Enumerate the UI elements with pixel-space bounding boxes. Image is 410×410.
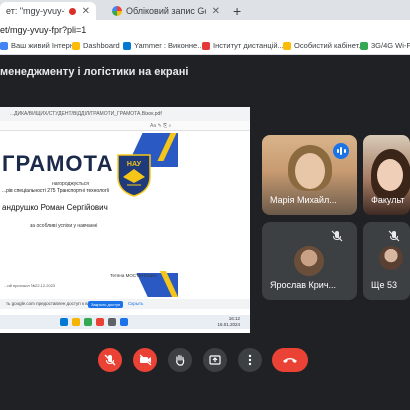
- avatar: [294, 246, 324, 276]
- hang-up-icon: [283, 358, 297, 363]
- certificate-reason: за особливі успіхи у навчанні: [30, 223, 98, 229]
- taskbar-app-icon[interactable]: [108, 318, 116, 326]
- stop-sharing-button[interactable]: Закрыть доступ: [88, 301, 124, 308]
- shared-screen[interactable]: ...ДИКА/ВИЩИХ/СТУДЕНТ/ВІДДІЛ/ГРАМОТИ_ГРА…: [0, 107, 250, 333]
- speaking-indicator-icon: [333, 143, 349, 159]
- bookmark-icon: [72, 41, 80, 50]
- mic-off-icon: [388, 230, 400, 242]
- taskbar-app-icon[interactable]: [72, 318, 80, 326]
- address-bar-url: et/mgy-yvuy-fpr?pli=1: [0, 25, 87, 35]
- recording-indicator-icon: [68, 7, 76, 15]
- clock-date: 16.01.2024: [217, 322, 240, 327]
- screen-share-notice: ть google.com предоставлен доступ к ваше…: [0, 299, 250, 309]
- certificate-specialty: ...рів спеціальності 275 Транспортні тех…: [2, 188, 110, 194]
- bookmark-icon: [123, 41, 131, 50]
- bookmark-label: Інститут дистанцій...: [213, 41, 284, 50]
- bookmark-label: Особистий кабінет...: [294, 41, 365, 50]
- more-participants-tile[interactable]: Ще 53: [363, 222, 410, 300]
- bookmark-label: 3G/4G Wi-F: [371, 41, 410, 50]
- mic-off-icon: [104, 354, 116, 366]
- bookmark-item[interactable]: 3G/4G Wi-F: [360, 41, 410, 50]
- browser-tab-strip: ет: "mgy-yvuy-fpr" ✕ Обліковий запис Goo…: [0, 0, 410, 20]
- browser-toolbar: et/mgy-yvuy-fpr?pli=1: [0, 20, 410, 40]
- camera-toggle-button[interactable]: [133, 348, 157, 372]
- os-taskbar: 16:12 16.01.2024: [0, 315, 250, 329]
- taskbar-clock: 16:12 16.01.2024: [217, 316, 240, 328]
- participant-tile[interactable]: Марія Михайл...: [262, 135, 357, 215]
- bookmark-icon: [360, 41, 368, 50]
- certificate-subtitle: нагороджується: [52, 181, 89, 187]
- bookmark-icon: [0, 41, 8, 50]
- microphone-toggle-button[interactable]: [98, 348, 122, 372]
- bookmark-label: Ваш живий Інтерн...: [11, 41, 81, 50]
- avatar: [379, 246, 403, 270]
- raise-hand-button[interactable]: [168, 348, 192, 372]
- new-tab-button[interactable]: +: [233, 3, 241, 19]
- taskbar-app-icon[interactable]: [120, 318, 128, 326]
- hand-icon: [176, 354, 185, 366]
- participant-name: Ярослав Крич...: [270, 280, 337, 290]
- mic-off-icon: [331, 230, 343, 242]
- close-tab-icon[interactable]: ✕: [212, 6, 220, 17]
- taskbar-icons: [60, 318, 128, 326]
- taskbar-app-icon[interactable]: [96, 318, 104, 326]
- participant-count: Ще 53: [371, 280, 397, 290]
- certificate-recipient: андрушко Роман Сергійович: [2, 203, 108, 212]
- pdf-viewer-header: ...ДИКА/ВИЩИХ/СТУДЕНТ/ВІДДІЛ/ГРАМОТИ_ГРА…: [0, 107, 250, 121]
- certificate-footer: ...ий протокол №22.12.2023: [4, 283, 56, 288]
- more-vert-icon: [248, 354, 252, 366]
- bookmark-item[interactable]: Dashboard: [72, 41, 120, 50]
- certificate-title: ГРАМОТА: [2, 151, 114, 176]
- certificate-document: ГРАМОТА НАУ нагороджується ...рів спеціа…: [0, 133, 178, 297]
- participant-tile[interactable]: Ярослав Крич...: [262, 222, 357, 300]
- certificate-signatory: Тетяна МОСТЕНСЬКА: [110, 273, 157, 278]
- participant-name: Факульт: [371, 195, 405, 205]
- bookmark-label: Yammer : Виконне...: [134, 41, 204, 50]
- tab-meet-title: ет: "mgy-yvuy-fpr": [6, 6, 65, 16]
- tab-google-account[interactable]: Обліковий запис Google ✕: [106, 2, 226, 20]
- pdf-viewer-toolbar: Аа ✎ ⎘ ⌕: [0, 121, 250, 131]
- emblem-label: НАУ: [127, 161, 142, 168]
- address-bar[interactable]: et/mgy-yvuy-fpr?pli=1: [0, 22, 410, 38]
- participant-name: Марія Михайл...: [270, 195, 337, 205]
- close-tab-icon[interactable]: ✕: [82, 6, 90, 17]
- taskbar-app-icon[interactable]: [60, 318, 68, 326]
- participant-tile[interactable]: Факульт: [363, 135, 410, 215]
- participant-video: [295, 153, 325, 189]
- bookmark-item[interactable]: Особистий кабінет...: [283, 41, 364, 50]
- taskbar-app-icon[interactable]: [84, 318, 92, 326]
- google-logo-icon: [112, 6, 122, 16]
- present-screen-icon: [209, 355, 221, 365]
- university-emblem-icon: НАУ: [117, 154, 151, 197]
- tab-meet[interactable]: ет: "mgy-yvuy-fpr" ✕: [0, 2, 96, 20]
- bookmarks-bar: Ваш живий Інтерн... Dashboard Yammer : В…: [0, 38, 410, 55]
- hide-notice-button[interactable]: Скрыть: [128, 301, 143, 306]
- presentation-title: менеджменту і логістики на екрані: [0, 66, 189, 78]
- bookmark-item[interactable]: Ваш живий Інтерн...: [0, 41, 80, 50]
- bookmark-icon: [202, 41, 210, 50]
- bookmark-icon: [283, 41, 291, 50]
- participant-video: [377, 159, 403, 191]
- bookmark-label: Dashboard: [83, 41, 120, 50]
- bookmark-item[interactable]: Інститут дистанцій...: [202, 41, 284, 50]
- camera-off-icon: [139, 354, 151, 366]
- more-options-button[interactable]: [238, 348, 262, 372]
- bookmark-item[interactable]: Yammer : Виконне...: [123, 41, 203, 50]
- tab-google-account-title: Обліковий запис Google: [126, 6, 206, 16]
- present-button[interactable]: [203, 348, 227, 372]
- leave-call-button[interactable]: [272, 348, 308, 372]
